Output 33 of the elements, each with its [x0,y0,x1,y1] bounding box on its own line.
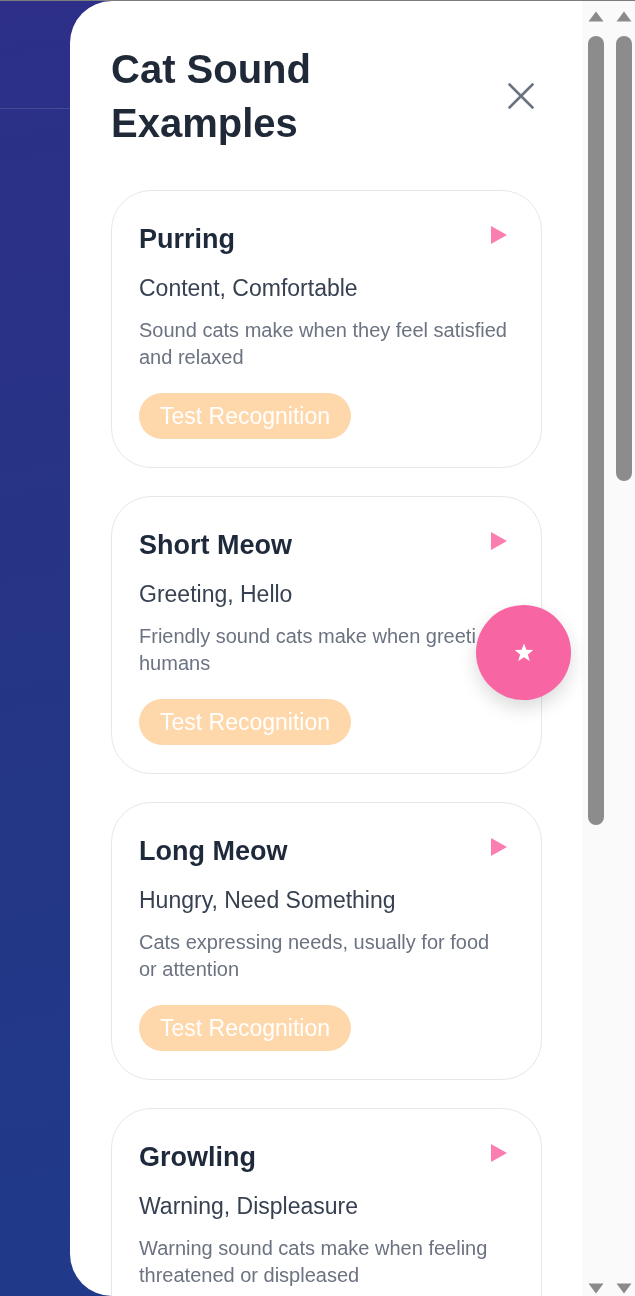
play-icon [491,532,507,550]
close-button[interactable] [508,83,534,109]
scrollbar-thumb[interactable] [616,36,632,481]
scroll-down-arrow-icon[interactable] [616,1283,632,1294]
play-button[interactable] [491,226,507,244]
scrollbar-thumb[interactable] [588,36,604,825]
play-button[interactable] [491,1144,507,1162]
play-button[interactable] [491,532,507,550]
play-button[interactable] [491,838,507,856]
scroll-down-arrow-icon[interactable] [588,1283,604,1294]
play-icon [491,1144,507,1162]
sound-description: Cats expressing needs, usually for food or attention [139,930,491,982]
dialog-title: Cat Sound Examples [111,46,312,147]
sound-name: Purring [139,223,235,256]
sound-description: Friendly sound cats make when greeti humans [139,624,477,676]
sound-description: Sound cats make when they feel satisfied and relaxed [139,318,508,370]
play-icon [491,226,507,244]
scroll-up-arrow-icon[interactable] [616,11,632,22]
close-icon [508,83,534,109]
test-recognition-button[interactable]: Test Recognition [139,699,352,745]
sound-meaning: Greeting, Hello [139,580,294,609]
sound-meaning: Content, Comfortable [139,274,359,303]
star-icon [513,643,534,662]
sound-description: Warning sound cats make when feeling threatened or displeased [139,1236,489,1288]
test-recognition-button[interactable]: Test Recognition [139,1005,352,1051]
sound-name: Growling [139,1141,256,1174]
sound-meaning: Warning, Displeasure [139,1192,360,1221]
sound-meaning: Hungry, Need Something [139,886,397,915]
sound-name: Long Meow [139,835,288,868]
sound-name: Short Meow [139,529,292,562]
play-icon [491,838,507,856]
test-recognition-button[interactable]: Test Recognition [139,393,352,439]
scroll-up-arrow-icon[interactable] [588,11,604,22]
